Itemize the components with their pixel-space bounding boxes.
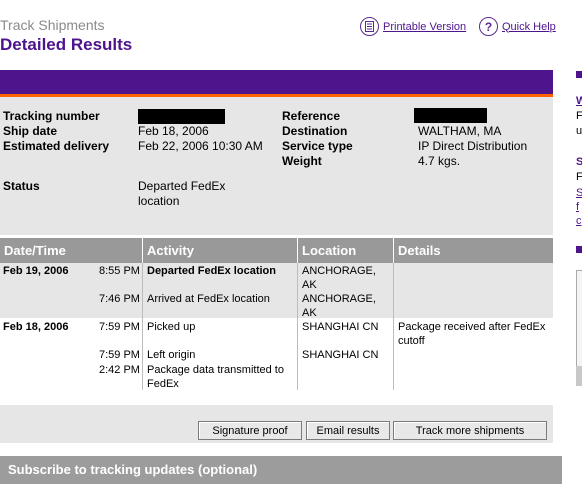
question-icon: ? [479,17,498,36]
column-divider [393,263,394,390]
printable-version-link[interactable]: Printable Version [360,17,466,36]
sidebar-link-clipped[interactable]: S [576,187,582,199]
est-delivery-label: Estimated delivery [3,139,110,153]
weight-value: 4.7 kgs. [418,154,461,168]
row-date: Feb 18, 2006 [3,321,69,333]
destination-label: Destination [282,124,348,138]
service-type-value: IP Direct Distribution [418,139,528,153]
reference-label: Reference [282,109,341,123]
quick-help-link[interactable]: ? Quick Help [479,17,556,36]
row-time: 7:59 PM [99,349,140,361]
row-activity: Package data transmitted to [147,364,284,376]
col-header-location: Location [298,238,393,263]
sidebar-link-clipped[interactable]: W [576,95,582,107]
sidebar-bullet [576,246,582,253]
weight-label: Weight [282,154,322,168]
column-divider [297,263,298,390]
page-title: Detailed Results [0,35,133,54]
row-date: Feb 19, 2006 [3,265,69,277]
col-header-activity: Activity [143,238,297,263]
row-time: 7:59 PM [99,321,140,333]
email-results-button[interactable]: Email results [306,421,390,440]
service-type-label: Service type [282,139,353,153]
sidebar-bullet [576,71,582,78]
status-label: Status [3,179,40,193]
row-activity-cont: FedEx [147,378,179,390]
row-activity: Left origin [147,349,196,361]
sidebar-heading-clipped: S [576,156,582,168]
row-activity: Picked up [147,321,196,333]
sidebar-text-clipped: F [576,110,582,122]
row-details-cont: cutoff [398,335,425,347]
sidebar-link-clipped[interactable]: c [576,215,582,227]
est-delivery-value: Feb 22, 2006 10:30 AM [138,139,263,153]
sidebar-link-clipped[interactable]: f [576,201,579,213]
signature-proof-button[interactable]: Signature proof [198,421,302,440]
document-icon [360,17,379,36]
table-row-group-feb19 [0,263,553,318]
track-more-shipments-button[interactable]: Track more shipments [393,421,547,440]
column-divider [142,263,143,390]
subscribe-tracking-updates[interactable]: Subscribe to tracking updates (optional) [0,456,562,484]
tracking-number-label: Tracking number [3,109,100,123]
row-location: ANCHORAGE, [302,265,376,277]
row-time: 2:42 PM [99,364,140,376]
reference-redacted [414,108,487,123]
tracking-number-redacted [138,109,225,124]
row-location-state: AK [302,307,317,319]
ship-date-label: Ship date [3,124,58,138]
row-activity: Arrived at FedEx location [147,293,270,305]
sidebar-text-clipped: F [576,171,582,183]
brand-bar [0,70,553,94]
row-details: Package received after FedEx [398,321,546,333]
status-value-line1: Departed FedEx [138,179,226,193]
sidebar-text-clipped: u [576,125,582,137]
status-value-line2: location [138,194,180,208]
row-location-state: AK [302,279,317,291]
row-location: ANCHORAGE, [302,293,376,305]
row-location: SHANGHAI CN [302,321,379,333]
quick-help-label[interactable]: Quick Help [502,21,556,33]
printable-version-label[interactable]: Printable Version [383,21,466,33]
ship-date-value: Feb 18, 2006 [138,124,209,138]
col-header-details: Details [394,238,553,263]
destination-value: WALTHAM, MA [418,124,502,138]
sidebar-box-footer [576,366,582,386]
row-time: 8:55 PM [99,265,140,277]
shipment-summary: Tracking number Ship date Feb 18, 2006 E… [0,97,553,235]
page-subtitle: Track Shipments [0,17,105,33]
row-time: 7:46 PM [99,293,140,305]
col-header-datetime: Date/Time [0,238,142,263]
row-location: SHANGHAI CN [302,349,379,361]
row-activity: Departed FedEx location [147,265,276,277]
